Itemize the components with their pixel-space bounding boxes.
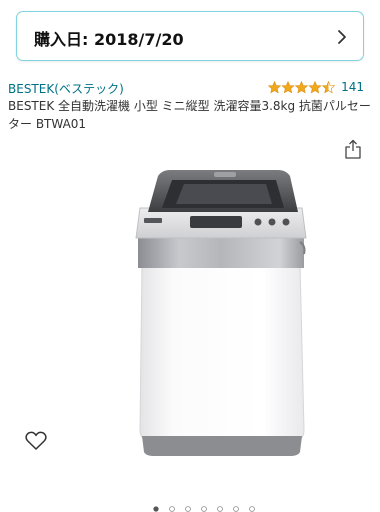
rating-stars[interactable] [268, 81, 336, 94]
carousel-dot[interactable] [169, 506, 175, 512]
carousel-dot[interactable] [233, 506, 239, 512]
heart-outline-icon[interactable] [25, 431, 47, 451]
share-icon[interactable] [345, 139, 361, 159]
carousel-dot[interactable] [249, 506, 255, 512]
star-icon [308, 81, 322, 94]
star-icon [268, 81, 281, 94]
purchase-date-card[interactable]: 購入日: 2018/7/20 [16, 11, 364, 61]
brand-rating-row: BESTEK(ベステック) 141 [8, 80, 372, 98]
star-icon [295, 81, 308, 94]
star-half-icon [322, 81, 335, 94]
brand-link[interactable]: BESTEK(ベステック) [8, 80, 124, 97]
carousel-dot[interactable] [185, 506, 191, 512]
carousel-dot[interactable] [201, 506, 207, 512]
star-icon [281, 81, 295, 94]
carousel-dots[interactable] [150, 506, 260, 512]
purchase-date-text: 購入日: 2018/7/20 [34, 30, 184, 49]
product-title: BESTEK 全自動洗濯機 小型 ミニ縦型 洗濯容量3.8kg 抗菌パルセーター… [8, 99, 371, 131]
review-count[interactable]: 141 [341, 80, 364, 94]
product-image-washing-machine[interactable] [128, 168, 314, 464]
chevron-right-icon [338, 30, 346, 44]
carousel-dot[interactable] [217, 506, 223, 512]
carousel-dot-active[interactable] [153, 506, 159, 512]
